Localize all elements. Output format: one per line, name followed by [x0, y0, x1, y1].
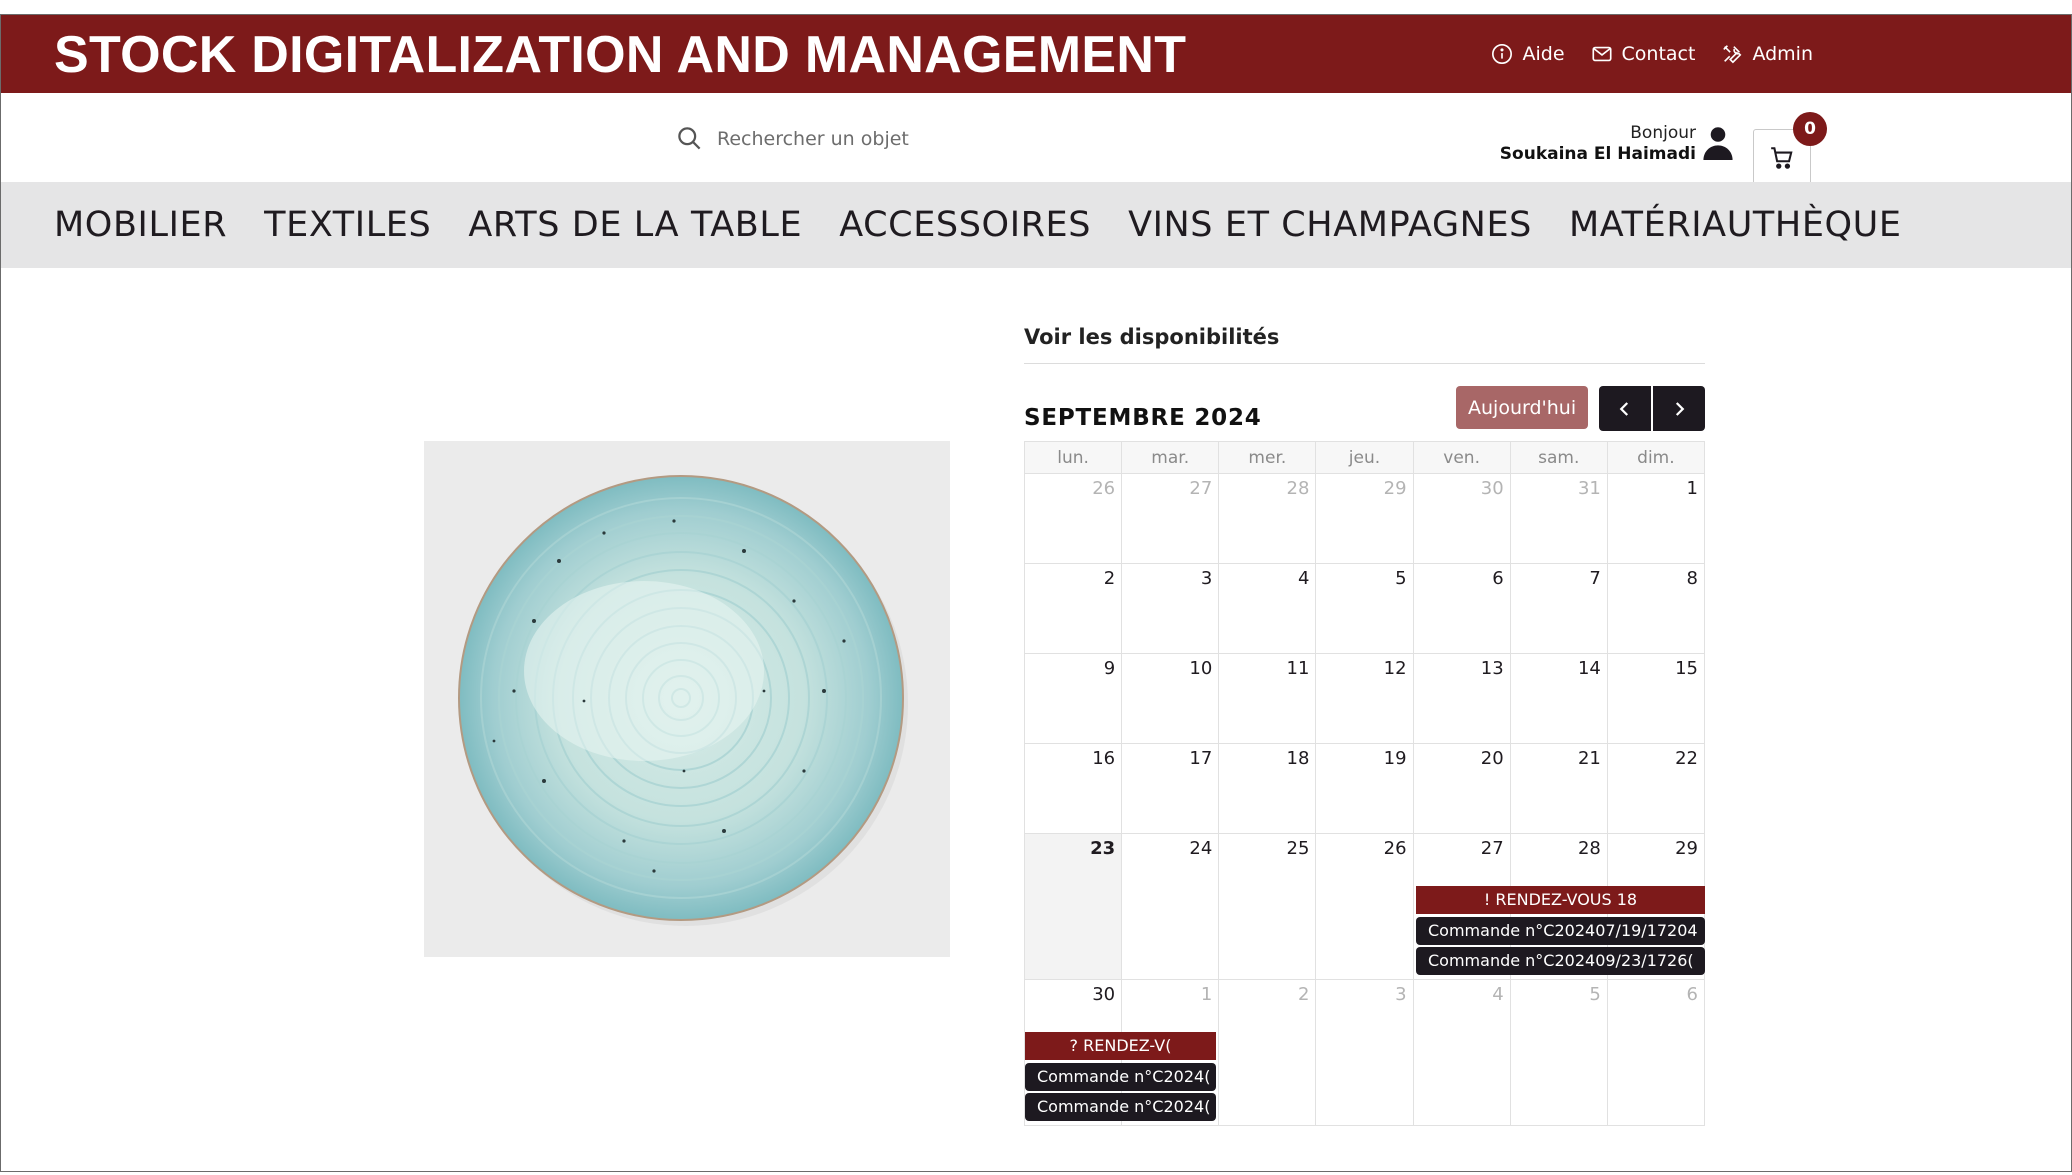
weekday-header: jeu. [1315, 441, 1414, 474]
event-commande[interactable]: Commande n°C2024( [1025, 1063, 1216, 1091]
info-icon [1492, 44, 1513, 64]
day-cell[interactable]: 19 [1315, 743, 1414, 834]
contact-link[interactable]: Contact [1591, 43, 1696, 65]
category-nav: MOBILIER TEXTILES ARTS DE LA TABLE ACCES… [1, 182, 2071, 268]
day-cell[interactable]: 14 [1509, 653, 1608, 744]
day-cell[interactable]: 15 [1606, 653, 1706, 744]
availability-calendar: Voir les disponibilités SEPTEMBRE 2024 A… [1023, 325, 1706, 1126]
day-cell[interactable]: 6 [1606, 979, 1706, 1126]
day-cell[interactable]: 29 [1315, 473, 1414, 564]
day-cell[interactable]: 13 [1412, 653, 1511, 744]
day-cell[interactable]: 22 [1606, 743, 1706, 834]
user-greeting: Bonjour Soukaina El Haimadi [1500, 123, 1696, 165]
day-cell[interactable]: 7 [1509, 563, 1608, 654]
category-accessoires[interactable]: ACCESSOIRES [839, 205, 1091, 245]
today-cell[interactable]: 23 [1023, 833, 1123, 980]
event-commande[interactable]: Commande n°C202409/23/1726( [1416, 947, 1705, 975]
day-cell[interactable]: 5 [1315, 563, 1414, 654]
week-row: 9 10 11 12 13 14 15 [1023, 653, 1706, 744]
week-row: 26 27 28 29 30 31 1 [1023, 473, 1706, 564]
day-cell[interactable]: 30 [1412, 473, 1511, 564]
weekday-header: sam. [1509, 441, 1608, 474]
day-cell[interactable]: 3 [1315, 979, 1414, 1126]
day-cell[interactable]: 2 [1218, 979, 1317, 1126]
weekday-header: mar. [1121, 441, 1220, 474]
top-links: Aide Contact Admin [1491, 15, 1813, 93]
category-vins-et-champagnes[interactable]: VINS ET CHAMPAGNES [1128, 205, 1532, 245]
prev-month-button[interactable] [1599, 386, 1651, 431]
day-cell[interactable]: 26 [1023, 473, 1123, 564]
day-cell[interactable]: 11 [1218, 653, 1317, 744]
site-title: STOCK DIGITALIZATION AND MANAGEMENT [54, 26, 1187, 84]
day-cell[interactable]: 4 [1218, 563, 1317, 654]
day-cell[interactable]: 24 [1121, 833, 1220, 980]
day-cell[interactable]: 8 [1606, 563, 1706, 654]
weekday-header: ven. [1412, 441, 1511, 474]
day-cell[interactable]: 26 [1315, 833, 1414, 980]
day-cell[interactable]: 6 [1412, 563, 1511, 654]
admin-link-label: Admin [1752, 43, 1813, 65]
weekday-header: lun. [1023, 441, 1123, 474]
day-cell[interactable]: 31 [1509, 473, 1608, 564]
event-commande[interactable]: Commande n°C202407/19/17204 [1416, 917, 1705, 945]
weekday-header-row: lun. mar. mer. jeu. ven. sam. dim. [1023, 441, 1706, 474]
admin-link[interactable]: Admin [1721, 43, 1813, 65]
day-cell[interactable]: 18 [1218, 743, 1317, 834]
day-cell[interactable]: 27 [1121, 473, 1220, 564]
category-textiles[interactable]: TEXTILES [264, 205, 431, 245]
category-mobilier[interactable]: MOBILIER [54, 205, 227, 245]
chevron-right-icon [1675, 401, 1685, 416]
product-image [424, 441, 950, 957]
today-button[interactable]: Aujourd'hui [1456, 386, 1589, 429]
week-row: 2 3 4 5 6 7 8 [1023, 563, 1706, 654]
weekday-header: mer. [1218, 441, 1317, 474]
search-row: Bonjour Soukaina El Haimadi 0 [1, 93, 2071, 196]
page-frame: STOCK DIGITALIZATION AND MANAGEMENT Aide… [0, 14, 2072, 1172]
weekday-header: dim. [1606, 441, 1706, 474]
day-cell[interactable]: 21 [1509, 743, 1608, 834]
calendar-grid: lun. mar. mer. jeu. ven. sam. dim. 26 27… [1023, 441, 1706, 1126]
day-cell[interactable]: 2 [1023, 563, 1123, 654]
day-cell[interactable]: 28 [1218, 473, 1317, 564]
day-cell[interactable]: 17 [1121, 743, 1220, 834]
contact-link-label: Contact [1621, 43, 1696, 65]
user-name: Soukaina El Haimadi [1499, 144, 1696, 164]
day-cell[interactable]: 4 [1412, 979, 1511, 1126]
category-arts-de-la-table[interactable]: ARTS DE LA TABLE [468, 205, 802, 245]
day-cell[interactable]: 1 [1606, 473, 1706, 564]
day-cell[interactable]: 12 [1315, 653, 1414, 744]
search-icon [678, 127, 701, 150]
chevron-left-icon [1619, 401, 1629, 416]
cart-count-badge: 0 [1793, 112, 1827, 146]
week-row: 16 17 18 19 20 21 22 [1023, 743, 1706, 834]
search-box [676, 125, 1077, 152]
top-bar: STOCK DIGITALIZATION AND MANAGEMENT Aide… [1, 15, 2071, 93]
greeting-text: Bonjour [1630, 123, 1696, 143]
search-input[interactable] [717, 127, 1077, 150]
day-cell[interactable]: 5 [1509, 979, 1608, 1126]
mail-icon [1591, 46, 1612, 62]
day-cell[interactable]: 3 [1121, 563, 1220, 654]
help-link[interactable]: Aide [1491, 43, 1565, 65]
user-icon[interactable] [1703, 126, 1733, 160]
plate-illustration [424, 441, 950, 957]
tools-icon [1723, 45, 1742, 64]
event-rendezvous[interactable]: ! RENDEZ-VOUS 18 [1416, 886, 1705, 914]
day-cell[interactable]: 16 [1023, 743, 1123, 834]
event-commande[interactable]: Commande n°C2024( [1025, 1093, 1216, 1121]
calendar-heading: Voir les disponibilités [1024, 325, 1705, 364]
day-cell[interactable]: 20 [1412, 743, 1511, 834]
day-cell[interactable]: 9 [1023, 653, 1123, 744]
day-cell[interactable]: 25 [1218, 833, 1317, 980]
event-rendezvous[interactable]: ? RENDEZ-V( [1025, 1032, 1216, 1060]
cart-icon [1771, 147, 1793, 169]
category-materiautheque[interactable]: MATÉRIAUTHÈQUE [1569, 205, 1902, 245]
day-cell[interactable]: 10 [1121, 653, 1220, 744]
calendar-month-title: SEPTEMBRE 2024 [1024, 405, 1262, 431]
calendar-toolbar: SEPTEMBRE 2024 Aujourd'hui [1024, 364, 1705, 440]
help-link-label: Aide [1522, 43, 1565, 65]
next-month-button[interactable] [1653, 386, 1705, 431]
